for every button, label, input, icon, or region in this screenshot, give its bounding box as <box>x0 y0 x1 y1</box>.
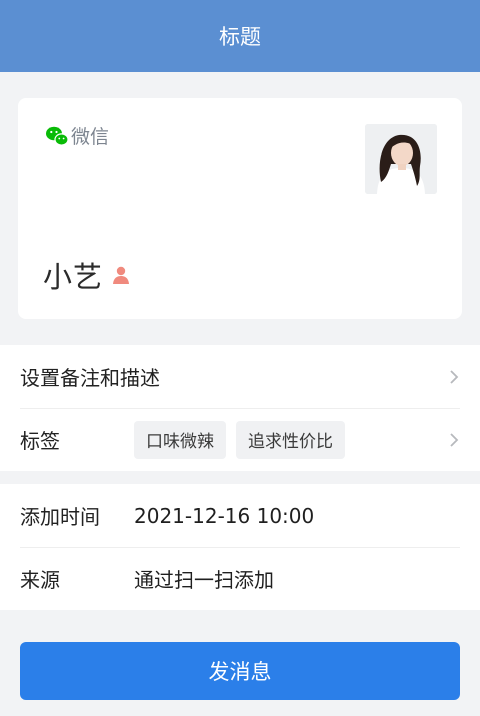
contact-name: 小艺 <box>43 260 104 294</box>
tag-chip[interactable]: 追求性价比 <box>236 420 345 459</box>
source-label: 微信 <box>71 126 110 148</box>
source-row-label: 来源 <box>20 568 60 592</box>
source-row: 来源 通过扫一扫添加 <box>0 547 480 610</box>
remark-tags-section: 设置备注和描述 标签 口味微辣 追求性价比 <box>0 345 480 471</box>
set-remark-row[interactable]: 设置备注和描述 <box>0 345 480 408</box>
wechat-icon <box>46 126 69 146</box>
added-time-label: 添加时间 <box>20 505 100 529</box>
tag-list: 口味微辣 追求性价比 <box>134 420 345 459</box>
page-title: 标题 <box>219 25 261 49</box>
details-section: 添加时间 2021-12-16 10:00 来源 通过扫一扫添加 <box>0 484 480 610</box>
tags-row[interactable]: 标签 口味微辣 追求性价比 <box>0 408 480 471</box>
send-message-button[interactable]: 发消息 <box>20 642 460 700</box>
set-remark-label: 设置备注和描述 <box>20 366 160 390</box>
tag-chip[interactable]: 口味微辣 <box>134 420 226 459</box>
chevron-right-icon <box>450 369 459 384</box>
tags-label: 标签 <box>20 429 60 453</box>
avatar[interactable] <box>365 124 437 194</box>
source-badge: 微信 <box>45 122 109 149</box>
avatar-photo <box>365 124 437 194</box>
contact-name-row: 小艺 <box>43 254 131 296</box>
person-icon <box>113 266 130 284</box>
contact-card: 微信 小艺 <box>18 98 462 319</box>
top-bar: 标题 <box>0 0 480 72</box>
added-time-row: 添加时间 2021-12-16 10:00 <box>0 484 480 547</box>
chevron-right-icon <box>450 432 459 447</box>
added-time-value: 2021-12-16 10:00 <box>134 503 315 528</box>
source-row-value: 通过扫一扫添加 <box>134 568 274 592</box>
